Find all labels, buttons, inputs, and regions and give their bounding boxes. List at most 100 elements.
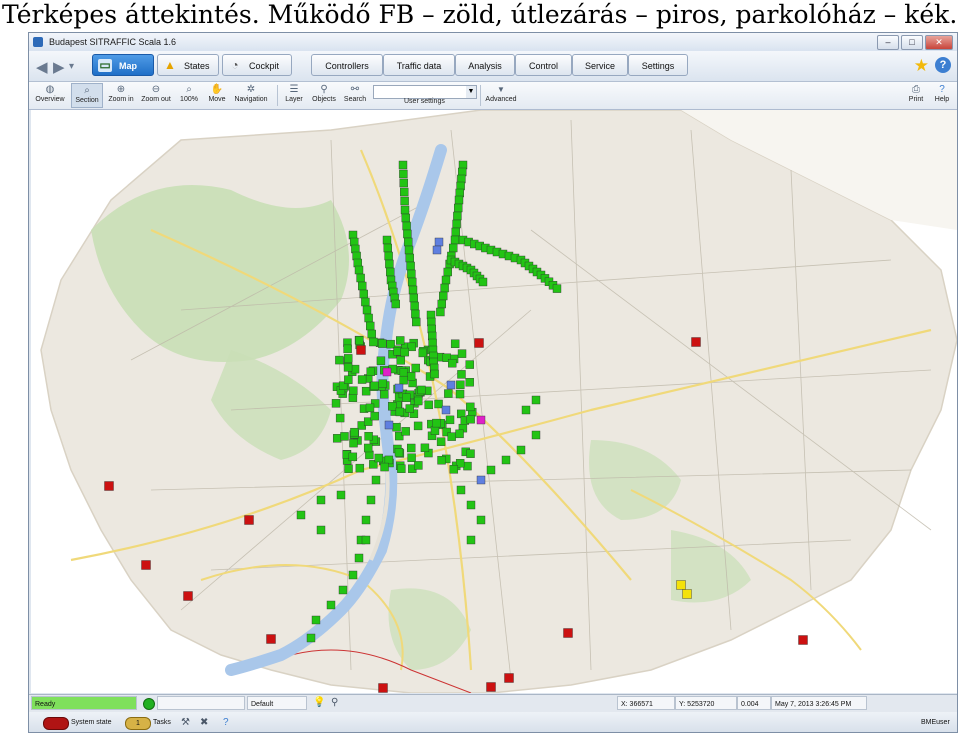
working-controller-marker[interactable] [451,227,460,237]
working-controller-marker[interactable] [452,219,461,229]
tools-icon[interactable]: ⚒ [181,716,190,730]
working-controller-marker[interactable] [296,510,306,520]
working-controller-marker[interactable] [366,367,375,376]
tool-zoom-out[interactable]: ⊖ Zoom out [139,83,173,108]
working-controller-marker[interactable] [395,407,405,417]
working-controller-marker[interactable] [354,265,364,275]
working-controller-marker[interactable] [349,438,358,448]
working-controller-marker[interactable] [348,570,358,580]
working-controller-marker[interactable] [388,402,397,411]
working-controller-marker[interactable] [439,291,448,301]
working-controller-marker[interactable] [424,400,433,410]
working-controller-marker[interactable] [355,463,365,473]
working-controller-marker[interactable] [449,465,459,474]
tool-navigation[interactable]: ✲ Navigation [233,83,269,108]
working-controller-marker[interactable] [386,339,395,349]
working-controller-marker[interactable] [409,293,418,303]
working-controller-marker[interactable] [359,289,368,299]
working-controller-marker[interactable] [384,251,393,261]
working-controller-marker[interactable] [326,600,336,610]
working-controller-marker[interactable] [407,453,416,462]
tab-map[interactable]: ▭ Map [92,54,154,76]
warning-marker[interactable] [682,589,692,599]
menu-analysis[interactable]: Analysis [455,54,515,76]
working-controller-marker[interactable] [521,405,531,415]
working-controller-marker[interactable] [406,443,416,453]
working-controller-marker[interactable] [408,277,417,287]
menu-settings[interactable]: Settings [628,54,688,76]
working-controller-marker[interactable] [364,313,373,323]
working-controller-marker[interactable] [430,426,440,435]
road-closure-marker[interactable] [356,345,366,355]
working-controller-marker[interactable] [454,203,463,213]
working-controller-marker[interactable] [370,411,379,421]
working-controller-marker[interactable] [361,515,371,525]
working-controller-marker[interactable] [369,337,378,347]
working-controller-marker[interactable] [450,235,460,245]
working-controller-marker[interactable] [457,370,466,379]
menu-traffic-data[interactable]: Traffic data [383,54,455,76]
tab-states[interactable]: ▲ States [157,54,219,76]
map-view[interactable] [31,110,957,693]
working-controller-marker[interactable] [444,389,453,398]
working-controller-marker[interactable] [348,393,358,402]
working-controller-marker[interactable] [366,321,375,331]
working-controller-marker[interactable] [404,245,414,255]
working-controller-marker[interactable] [420,443,430,453]
working-controller-marker[interactable] [411,309,420,319]
working-controller-marker[interactable] [378,339,387,348]
road-closure-marker[interactable] [474,338,484,348]
tool-section[interactable]: ⌕ Section [71,83,103,108]
working-controller-marker[interactable] [378,379,387,388]
tool-layer[interactable]: ☰ Layer [282,83,306,108]
tab-cockpit[interactable]: ◔ Cockpit [222,54,292,76]
road-closure-marker[interactable] [563,628,573,638]
working-controller-marker[interactable] [385,259,394,269]
working-controller-marker[interactable] [395,336,405,345]
menu-controllers[interactable]: Controllers [311,54,383,76]
working-controller-marker[interactable] [455,429,464,439]
road-closure-marker[interactable] [104,481,114,491]
working-controller-marker[interactable] [466,500,476,510]
parking-garage-marker[interactable] [441,405,451,415]
working-controller-marker[interactable] [448,358,457,368]
working-controller-marker[interactable] [466,414,475,424]
working-controller-marker[interactable] [466,535,476,545]
working-controller-marker[interactable] [486,465,496,475]
working-controller-marker[interactable] [406,261,415,271]
working-controller-marker[interactable] [336,490,346,500]
tool-zoom-in[interactable]: ⊕ Zoom in [106,83,136,108]
disconnect-icon[interactable]: ✖ [200,716,208,730]
working-controller-marker[interactable] [400,187,409,197]
working-controller-marker[interactable] [353,258,362,268]
working-controller-marker[interactable] [394,448,404,457]
working-controller-marker[interactable] [343,363,353,372]
working-controller-marker[interactable] [450,339,460,348]
parking-garage-marker[interactable] [394,383,404,393]
working-controller-marker[interactable] [343,354,353,363]
tool-search[interactable]: ⚯ Search [342,83,368,108]
special-marker[interactable] [476,415,486,425]
parking-garage-marker[interactable] [446,380,456,390]
tasks-count-badge[interactable]: 1 [125,717,151,730]
working-controller-marker[interactable] [414,461,423,470]
working-controller-marker[interactable] [340,432,349,441]
working-controller-marker[interactable] [434,399,443,409]
working-controller-marker[interactable] [316,495,326,505]
working-controller-marker[interactable] [455,389,465,399]
working-controller-marker[interactable] [403,229,412,239]
user-settings-select[interactable]: ▼ [373,85,477,99]
city-map[interactable] [31,110,957,693]
working-controller-marker[interactable] [401,213,410,223]
road-closure-marker[interactable] [486,682,496,692]
working-controller-marker[interactable] [405,253,414,263]
tool-objects[interactable]: ⚲ Objects [310,83,338,108]
working-controller-marker[interactable] [399,375,408,385]
parking-garage-marker[interactable] [476,475,486,485]
working-controller-marker[interactable] [335,413,345,423]
working-controller-marker[interactable] [466,402,475,412]
working-controller-marker[interactable] [432,418,441,428]
parking-garage-marker[interactable] [432,245,442,255]
working-controller-marker[interactable] [501,455,511,465]
working-controller-marker[interactable] [457,349,467,358]
